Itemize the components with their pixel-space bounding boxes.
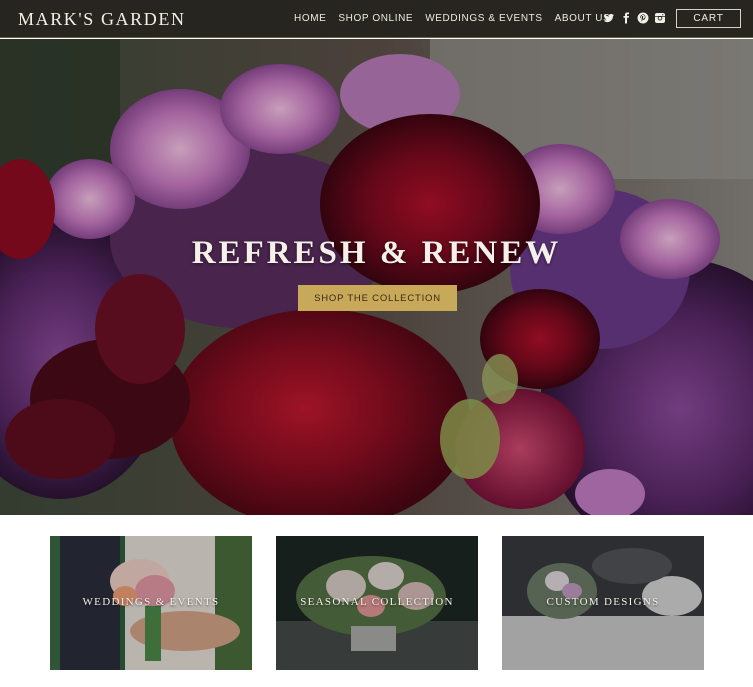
cart-button[interactable]: CART (676, 9, 741, 28)
pinterest-icon[interactable] (637, 12, 649, 24)
tile-seasonal-collection[interactable]: SEASONAL COLLECTION (276, 536, 478, 670)
nav-shop-online[interactable]: SHOP ONLINE (338, 13, 413, 25)
facebook-icon[interactable] (620, 12, 632, 24)
main-nav: HOME SHOP ONLINE WEDDINGS & EVENTS ABOUT… (294, 13, 622, 25)
shop-collection-button[interactable]: SHOP THE COLLECTION (298, 285, 457, 311)
nav-home[interactable]: HOME (294, 13, 326, 25)
tile-weddings-events[interactable]: WEDDINGS & EVENTS (50, 536, 252, 670)
hero-banner: REFRESH & RENEW SHOP THE COLLECTION (0, 39, 753, 515)
hero-title: REFRESH & RENEW (191, 235, 562, 271)
tile-label: SEASONAL COLLECTION (300, 596, 454, 608)
nav-about-us[interactable]: ABOUT US (555, 13, 611, 25)
hero-flowers-image (0, 39, 753, 515)
tile-custom-designs[interactable]: CUSTOM DESIGNS (502, 536, 704, 670)
tile-label: CUSTOM DESIGNS (546, 596, 660, 608)
instagram-icon[interactable] (654, 12, 666, 24)
social-links (603, 12, 666, 24)
nav-weddings-events[interactable]: WEDDINGS & EVENTS (425, 13, 542, 25)
site-logo[interactable]: MARK'S GARDEN (18, 9, 186, 30)
tile-label: WEDDINGS & EVENTS (82, 596, 220, 608)
twitter-icon[interactable] (603, 12, 615, 24)
site-header: MARK'S GARDEN HOME SHOP ONLINE WEDDINGS … (0, 0, 753, 38)
